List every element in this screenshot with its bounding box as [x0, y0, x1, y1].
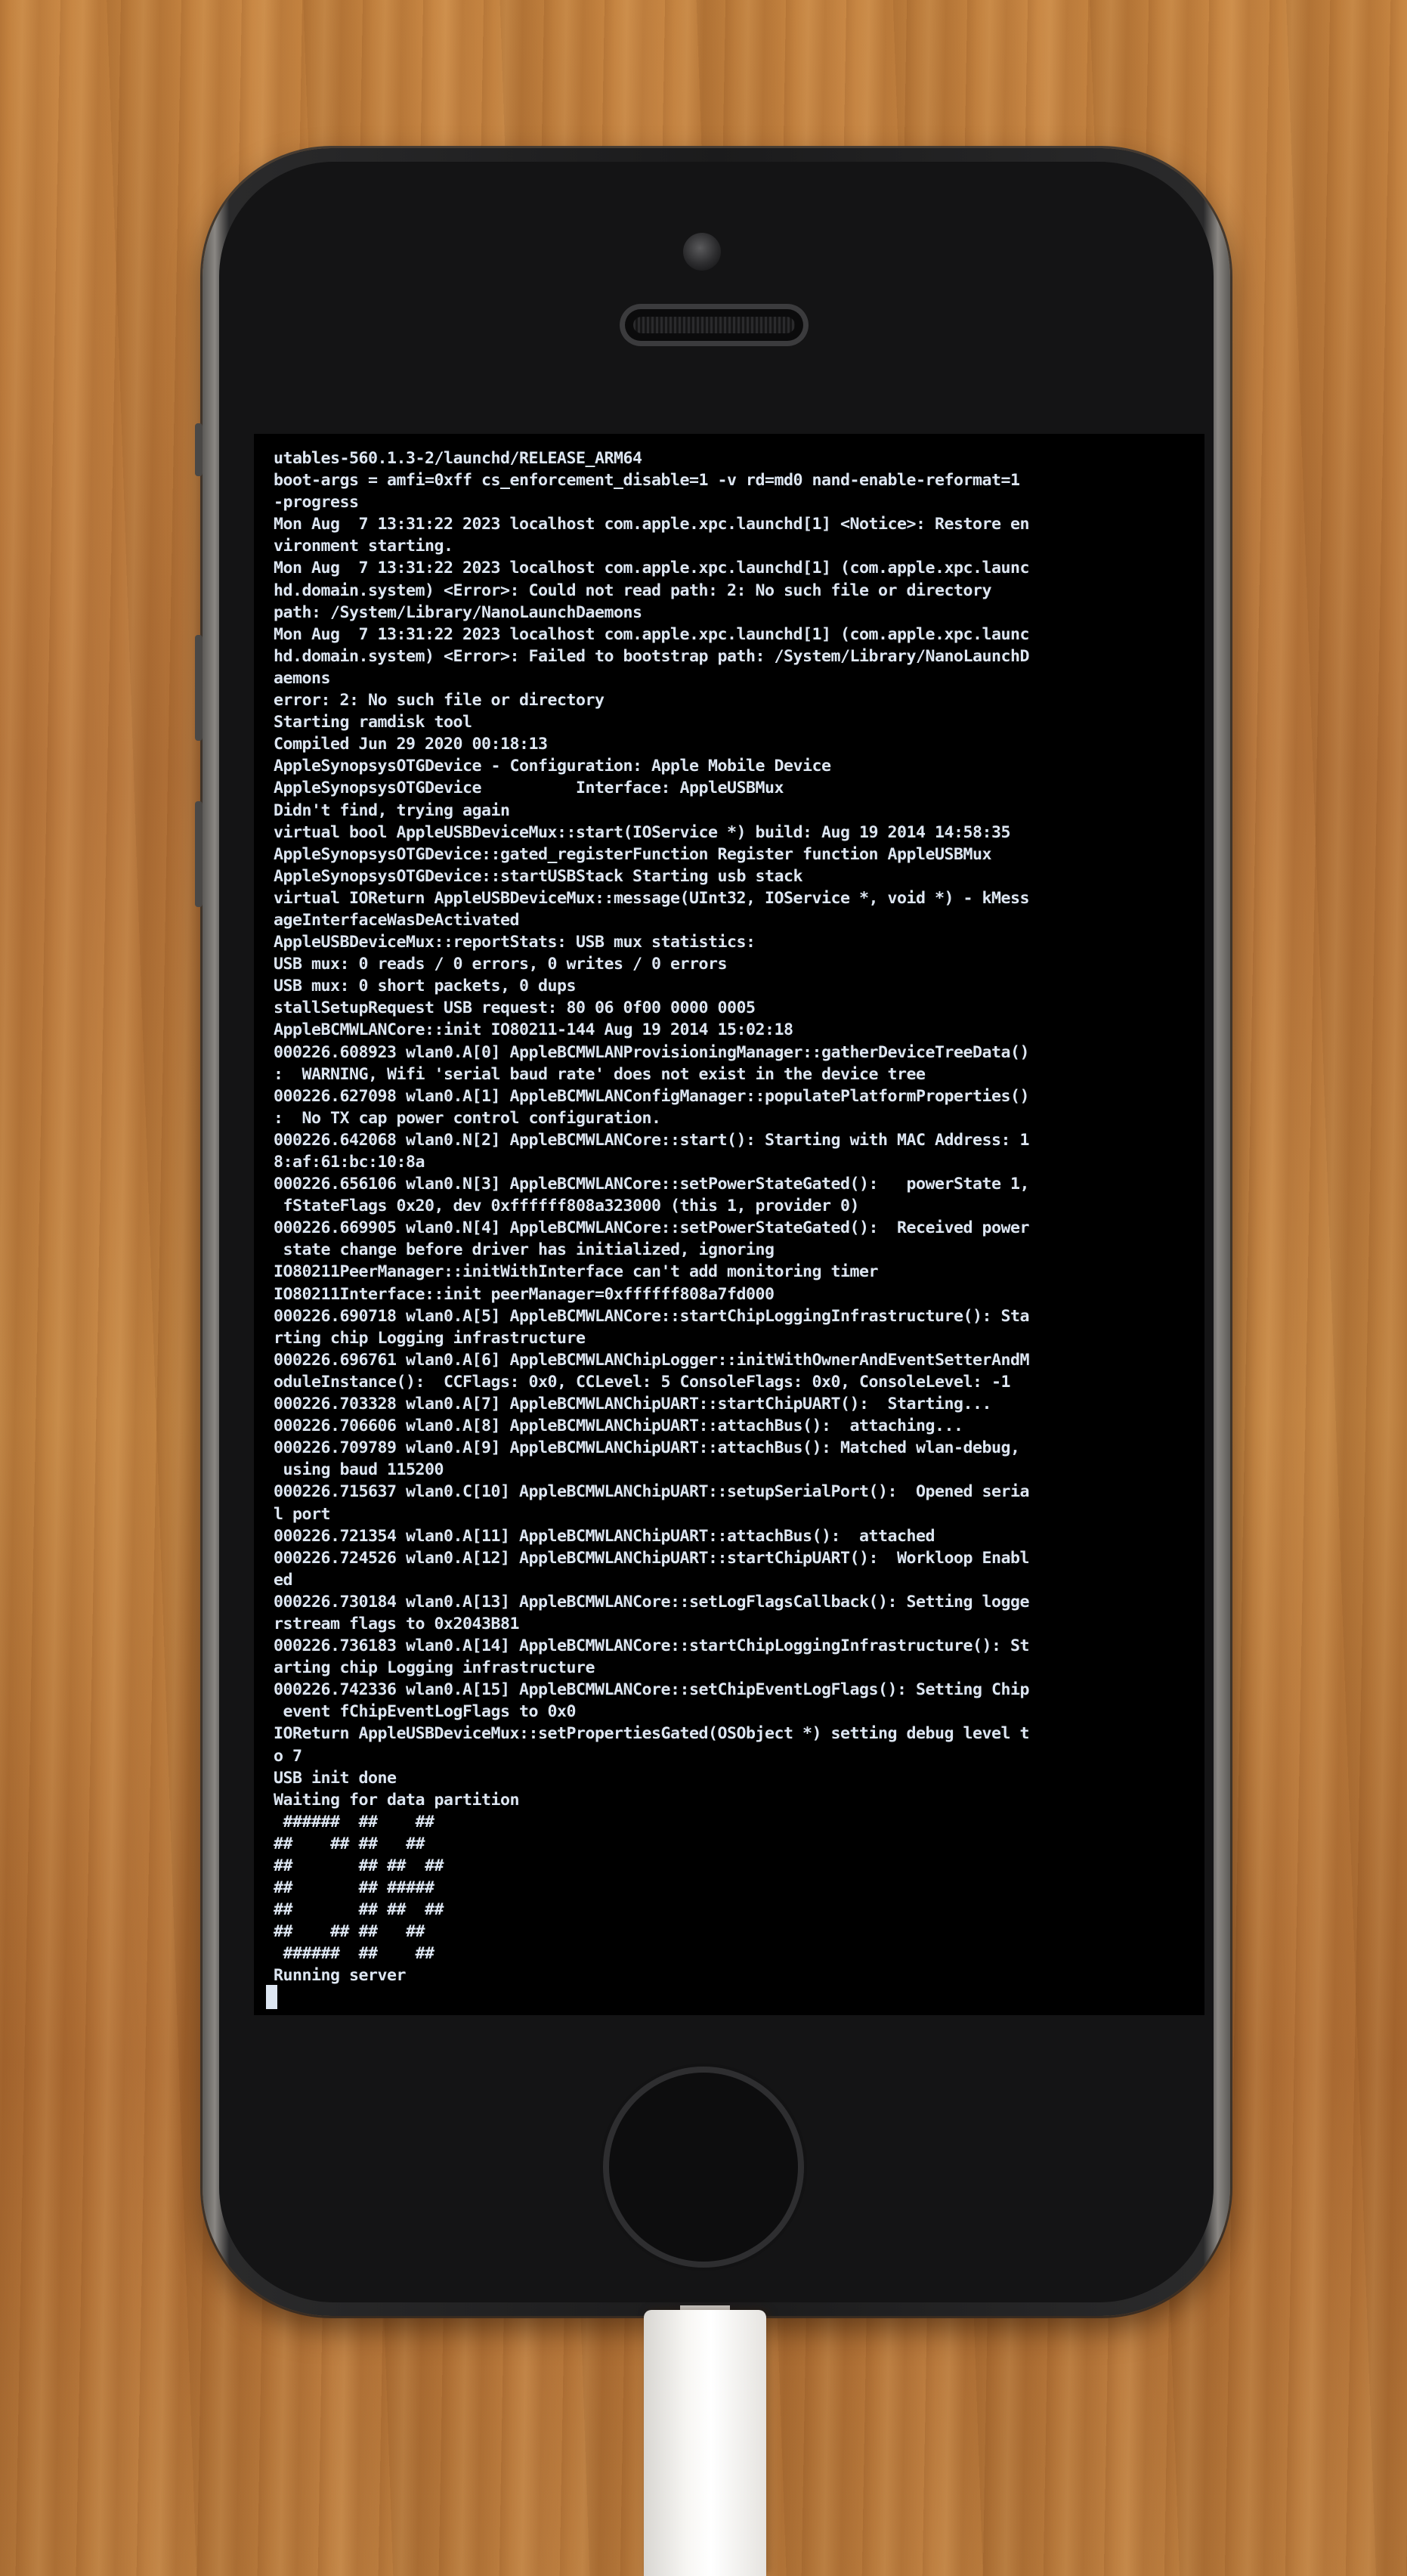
console-line: oduleInstance(): CCFlags: 0x0, CCLevel: … [274, 1372, 1011, 1392]
console-line: Mon Aug 7 13:31:22 2023 localhost com.ap… [274, 624, 1030, 644]
console-line: 000226.706606 wlan0.A[8] AppleBCMWLANChi… [274, 1416, 963, 1436]
console-line: : No TX cap power control configuration. [274, 1108, 661, 1128]
console-line: AppleSynopsysOTGDevice - Configuration: … [274, 757, 831, 776]
console-line: AppleSynopsysOTGDevice::startUSBStack St… [274, 866, 803, 886]
console-line: 000226.608923 wlan0.A[0] AppleBCMWLANPro… [274, 1042, 1030, 1062]
console-line: 000226.656106 wlan0.N[3] AppleBCMWLANCor… [274, 1175, 1030, 1194]
phone-screen: utables-560.1.3-2/launchd/RELEASE_ARM64 … [254, 434, 1204, 2015]
console-line: 000226.724526 wlan0.A[12] AppleBCMWLANCh… [274, 1548, 1030, 1568]
console-line: ## ## ## ## [274, 1856, 444, 1875]
console-line: path: /System/Library/NanoLaunchDaemons [274, 602, 642, 622]
console-line: rting chip Logging infrastructure [274, 1328, 586, 1348]
console-line: 000226.669905 wlan0.N[4] AppleBCMWLANCor… [274, 1218, 1030, 1238]
volume-up-button[interactable] [195, 635, 203, 741]
console-line: 000226.730184 wlan0.A[13] AppleBCMWLANCo… [274, 1592, 1030, 1612]
console-line: Mon Aug 7 13:31:22 2023 localhost com.ap… [274, 559, 1030, 578]
console-line: arting chip Logging infrastructure [274, 1658, 595, 1678]
console-line: ## ## ## ## [274, 1922, 425, 1942]
console-line: utables-560.1.3-2/launchd/RELEASE_ARM64 [274, 449, 642, 468]
console-line: Compiled Jun 29 2020 00:18:13 [274, 735, 548, 754]
console-line: vironment starting. [274, 537, 453, 556]
console-line: rstream flags to 0x2043B81 [274, 1614, 520, 1633]
console-line: 000226.721354 wlan0.A[11] AppleBCMWLANCh… [274, 1526, 935, 1546]
console-line: AppleBCMWLANCore::init IO80211-144 Aug 1… [274, 1020, 793, 1040]
console-line: ## ## ##### [274, 1878, 434, 1898]
terminal-cursor [266, 1985, 277, 2009]
volume-down-button[interactable] [195, 801, 203, 907]
console-line: error: 2: No such file or directory [274, 691, 605, 711]
earpiece-speaker [620, 304, 809, 346]
console-line: 000226.627098 wlan0.A[1] AppleBCMWLANCon… [274, 1086, 1030, 1106]
console-line: 000226.642068 wlan0.N[2] AppleBCMWLANCor… [274, 1130, 1030, 1150]
console-line: fStateFlags 0x20, dev 0xffffff808a323000… [274, 1197, 860, 1216]
console-line: AppleSynopsysOTGDevice::gated_registerFu… [274, 844, 992, 864]
console-line: event fChipEventLogFlags to 0x0 [274, 1702, 577, 1722]
console-line: hd.domain.system) <Error>: Could not rea… [274, 581, 992, 600]
mute-switch[interactable] [195, 423, 203, 476]
console-line: virtual bool AppleUSBDeviceMux::start(IO… [274, 822, 1011, 842]
console-line: IOReturn AppleUSBDeviceMux::setPropertie… [274, 1724, 1030, 1744]
console-line: USB init done [274, 1768, 397, 1788]
console-line: using baud 115200 [274, 1460, 444, 1480]
console-line: state change before driver has initializ… [274, 1240, 775, 1260]
console-line: ## ## ## ## [274, 1900, 444, 1920]
speaker-grill [633, 317, 795, 333]
console-line: 000226.736183 wlan0.A[14] AppleBCMWLANCo… [274, 1636, 1030, 1656]
console-line: AppleUSBDeviceMux::reportStats: USB mux … [274, 933, 756, 952]
console-line: 000226.742336 wlan0.A[15] AppleBCMWLANCo… [274, 1680, 1030, 1700]
console-line: virtual IOReturn AppleUSBDeviceMux::mess… [274, 888, 1030, 908]
console-line: ed [274, 1570, 293, 1590]
console-line: Starting ramdisk tool [274, 713, 472, 732]
verbose-boot-console: utables-560.1.3-2/launchd/RELEASE_ARM64 … [274, 447, 1198, 1987]
console-line: -progress [274, 493, 359, 512]
console-line: Running server [274, 1966, 407, 1986]
console-line: 000226.715637 wlan0.C[10] AppleBCMWLANCh… [274, 1482, 1030, 1502]
console-line: ageInterfaceWasDeActivated [274, 910, 520, 930]
console-line: Didn't find, trying again [274, 800, 510, 820]
console-line: IO80211PeerManager::initWithInterface ca… [274, 1262, 879, 1282]
console-line: o 7 [274, 1746, 302, 1766]
console-line: 000226.709789 wlan0.A[9] AppleBCMWLANChi… [274, 1438, 1020, 1458]
console-line: Mon Aug 7 13:31:22 2023 localhost com.ap… [274, 515, 1030, 534]
home-button[interactable] [609, 2073, 798, 2262]
console-line: 000226.703328 wlan0.A[7] AppleBCMWLANChi… [274, 1395, 992, 1414]
console-line: 000226.690718 wlan0.A[5] AppleBCMWLANCor… [274, 1306, 1030, 1326]
console-line: USB mux: 0 reads / 0 errors, 0 writes / … [274, 955, 728, 974]
front-camera-icon [683, 233, 721, 271]
console-line: boot-args = amfi=0xff cs_enforcement_dis… [274, 471, 1020, 491]
console-line: Waiting for data partition [274, 1790, 520, 1810]
console-line: 000226.696761 wlan0.A[6] AppleBCMWLANChi… [274, 1350, 1030, 1370]
console-line: USB mux: 0 short packets, 0 dups [274, 977, 577, 996]
console-line: IO80211Interface::init peerManager=0xfff… [274, 1284, 775, 1304]
console-line: : WARNING, Wifi 'serial baud rate' does … [274, 1064, 926, 1084]
console-line: l port [274, 1504, 331, 1524]
console-line: hd.domain.system) <Error>: Failed to boo… [274, 646, 1030, 666]
console-line: aemons [274, 668, 331, 688]
usb-cable [644, 2310, 766, 2576]
console-line: ###### ## ## [274, 1812, 435, 1831]
console-line: ###### ## ## [274, 1944, 435, 1964]
console-line: AppleSynopsysOTGDevice Interface: AppleU… [274, 779, 784, 798]
console-line: 8:af:61:bc:10:8a [274, 1153, 425, 1172]
console-line: stallSetupRequest USB request: 80 06 0f0… [274, 999, 756, 1018]
console-line: ## ## ## ## [274, 1834, 425, 1853]
